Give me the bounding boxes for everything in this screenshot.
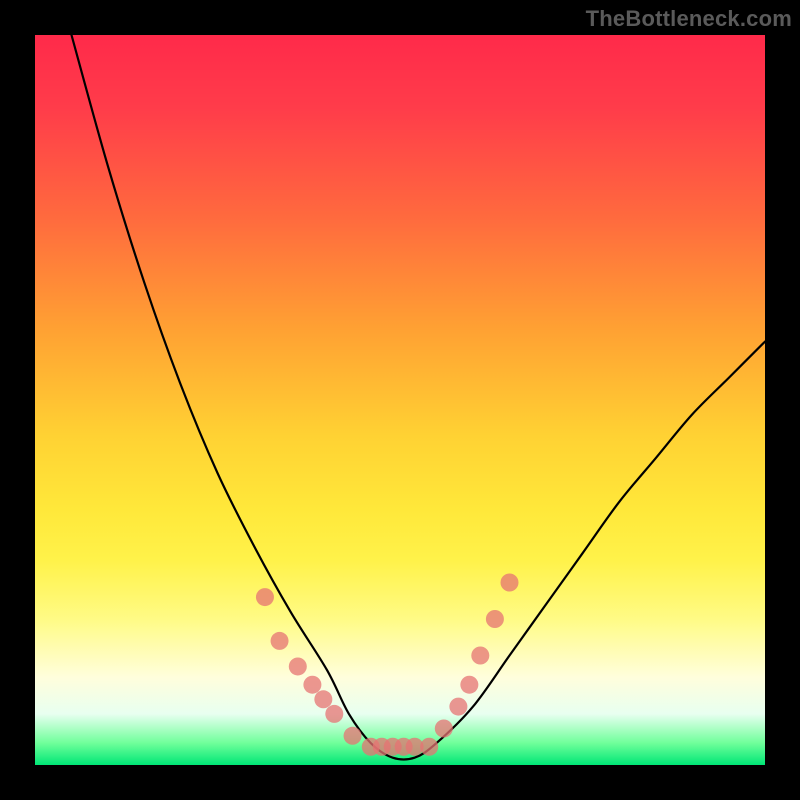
chart-svg xyxy=(35,35,765,765)
data-point xyxy=(435,720,453,738)
data-point xyxy=(501,574,519,592)
plot-area xyxy=(35,35,765,765)
data-point xyxy=(303,676,321,694)
data-point xyxy=(471,647,489,665)
data-point xyxy=(256,588,274,606)
watermark-text: TheBottleneck.com xyxy=(586,6,792,32)
curve-line xyxy=(72,35,766,760)
data-point xyxy=(314,690,332,708)
data-points-group xyxy=(256,574,519,756)
data-point xyxy=(449,698,467,716)
chart-container: TheBottleneck.com xyxy=(0,0,800,800)
data-point xyxy=(420,738,438,756)
data-point xyxy=(486,610,504,628)
data-point xyxy=(325,705,343,723)
data-point xyxy=(344,727,362,745)
data-point xyxy=(460,676,478,694)
data-point xyxy=(289,657,307,675)
data-point xyxy=(271,632,289,650)
